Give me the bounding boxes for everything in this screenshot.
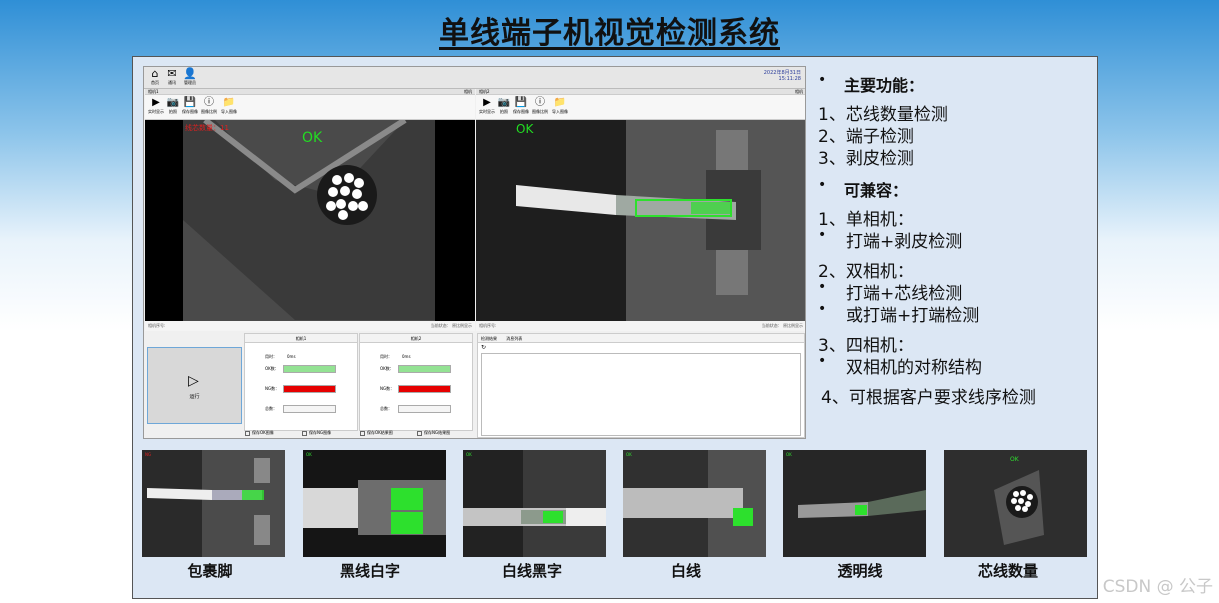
caption-transparent-wire: 透明线 xyxy=(837,562,883,580)
image-ratio-button[interactable]: ⓘ 图像比例 xyxy=(200,97,218,114)
watermark: CSDN @ 公子 xyxy=(1102,577,1213,597)
sample-image-black-wire: OK xyxy=(303,450,446,557)
camera-icon: 📷 xyxy=(166,97,180,108)
camera2-status: 相机序号: 当前状态： 原比例显示 xyxy=(476,321,805,331)
save-icon: 💾 xyxy=(183,97,197,108)
caption-wrap-foot: 包裹脚 xyxy=(187,562,233,580)
folder-icon: 📁 xyxy=(222,97,236,108)
live-view-button[interactable]: ▶ 实时显示 xyxy=(478,97,496,114)
bullet-icon: • xyxy=(818,301,827,317)
total-count-bar xyxy=(398,405,451,413)
sample-image-core-count: OK xyxy=(944,450,1087,557)
camera-icon: 📷 xyxy=(497,97,511,108)
camera2-tools: ▶ 实时显示 📷 拍照 💾 保存图像 ⓘ 图像比例 📁 导入图像 xyxy=(476,95,805,120)
camera1-image xyxy=(183,120,435,321)
checkbox-icon xyxy=(245,430,250,436)
user-icon: 👤 xyxy=(183,67,197,80)
sample-image-white-wire-black-text: OK xyxy=(463,450,606,557)
live-view-button[interactable]: ▶ 实时显示 xyxy=(147,97,165,114)
home-icon: ⌂ xyxy=(151,67,159,80)
bullet-icon: • xyxy=(818,279,827,295)
datetime: 2022年8月31日 15:11:28 xyxy=(763,70,801,82)
checkbox-icon xyxy=(302,430,307,436)
mail-icon: ✉ xyxy=(167,67,177,80)
refresh-icon[interactable]: ↻ xyxy=(481,344,486,351)
sample-image-wrap-foot: NG xyxy=(142,450,285,557)
home-button[interactable]: ⌂ 首页 xyxy=(147,67,163,86)
info-icon: ⓘ xyxy=(535,97,545,108)
log-panel: 检测结果 消息列表 ↻ xyxy=(477,333,805,438)
info-icon: ⓘ xyxy=(204,97,214,108)
save-image-button[interactable]: 💾 保存图像 xyxy=(181,97,199,114)
bullet-icon: • xyxy=(818,72,827,88)
camera1-pane: 相机1 相机 ▶实时显示 📷拍照 💾保存图像 ⓘ图像比例 📁导入图像 xyxy=(145,89,475,331)
mail-button[interactable]: ✉ 通讯 xyxy=(164,67,180,86)
import-image-button[interactable]: 📁 导入图像 xyxy=(220,97,238,114)
admin-button[interactable]: 👤 管理员 xyxy=(182,67,198,86)
camera2-pane: 相机2 相机 ▶实时显示 📷拍照 💾保存图像 ⓘ图像比例 📁导入图像 xyxy=(476,89,805,331)
caption-black-wire: 黑线白字 xyxy=(339,562,400,580)
save-ng-result-checkbox[interactable]: 保存NG结果图 xyxy=(417,430,450,436)
save-ok-result-checkbox[interactable]: 保存OK结果图 xyxy=(360,430,393,436)
camera1-view[interactable]: 线芯数量：11 OK xyxy=(145,120,475,321)
save-image-button[interactable]: 💾 保存图像 xyxy=(512,97,530,114)
caption-white-wire-black-text: 白线黑字 xyxy=(501,562,562,580)
ng-count-bar xyxy=(283,385,336,393)
save-ok-image-checkbox[interactable]: 保存OK图像 xyxy=(245,430,274,436)
ok-count-bar xyxy=(398,365,451,373)
bullet-icon: • xyxy=(818,177,827,193)
tab-results[interactable]: 检测结果 xyxy=(481,336,497,341)
ok-count-bar xyxy=(283,365,336,373)
sample-image-white-wire: OK xyxy=(623,450,766,557)
caption-white-wire: 白线 xyxy=(670,562,701,580)
import-image-button[interactable]: 📁 导入图像 xyxy=(551,97,569,114)
checkbox-icon xyxy=(417,430,422,436)
bullet-icon: • xyxy=(818,227,827,243)
image-ratio-button[interactable]: ⓘ 图像比例 xyxy=(531,97,549,114)
log-list[interactable] xyxy=(481,353,801,436)
run-button[interactable]: ▷ 运行 xyxy=(147,347,242,424)
page-title: 单线端子机视觉检测系统 xyxy=(439,16,780,51)
play-icon: ▶ xyxy=(152,97,160,108)
app-window: ⌂ 首页 ✉ 通讯 👤 管理员 2022年8月31日 15:11:28 相机1 … xyxy=(143,66,806,439)
camera2-result: OK xyxy=(516,122,534,136)
camera1-tools: ▶ 实时显示 📷 拍照 💾 保存图像 ⓘ 图像比例 📁 导入图像 xyxy=(145,95,475,120)
snapshot-button[interactable]: 📷 拍照 xyxy=(164,97,182,114)
bullet-icon: • xyxy=(818,353,827,369)
play-outline-icon: ▷ xyxy=(188,373,199,389)
save-icon: 💾 xyxy=(514,97,528,108)
core-count-overlay: 线芯数量：11 xyxy=(185,124,229,132)
camera2-image xyxy=(476,120,805,321)
play-icon: ▶ xyxy=(483,97,491,108)
checkbox-icon xyxy=(360,430,365,436)
camera2-view[interactable]: OK xyxy=(476,120,805,321)
tab-messages[interactable]: 消息列表 xyxy=(506,336,522,341)
save-ng-image-checkbox[interactable]: 保存NG图像 xyxy=(302,430,331,436)
caption-core-count: 芯线数量 xyxy=(977,562,1038,580)
camera1-stats: 相机1 用时： 0ms OK数： NG数： 总数： xyxy=(244,333,358,431)
camera1-status: 相机序号: 当前状态： 原比例显示 xyxy=(145,321,475,331)
total-count-bar xyxy=(283,405,336,413)
camera1-result: OK xyxy=(302,130,323,146)
sample-image-transparent-wire: OK xyxy=(783,450,926,557)
top-toolbar: ⌂ 首页 ✉ 通讯 👤 管理员 2022年8月31日 15:11:28 xyxy=(144,67,805,89)
ng-count-bar xyxy=(398,385,451,393)
folder-icon: 📁 xyxy=(553,97,567,108)
camera2-stats: 相机2 用时： 0ms OK数： NG数： 总数： xyxy=(359,333,473,431)
snapshot-button[interactable]: 📷 拍照 xyxy=(495,97,513,114)
